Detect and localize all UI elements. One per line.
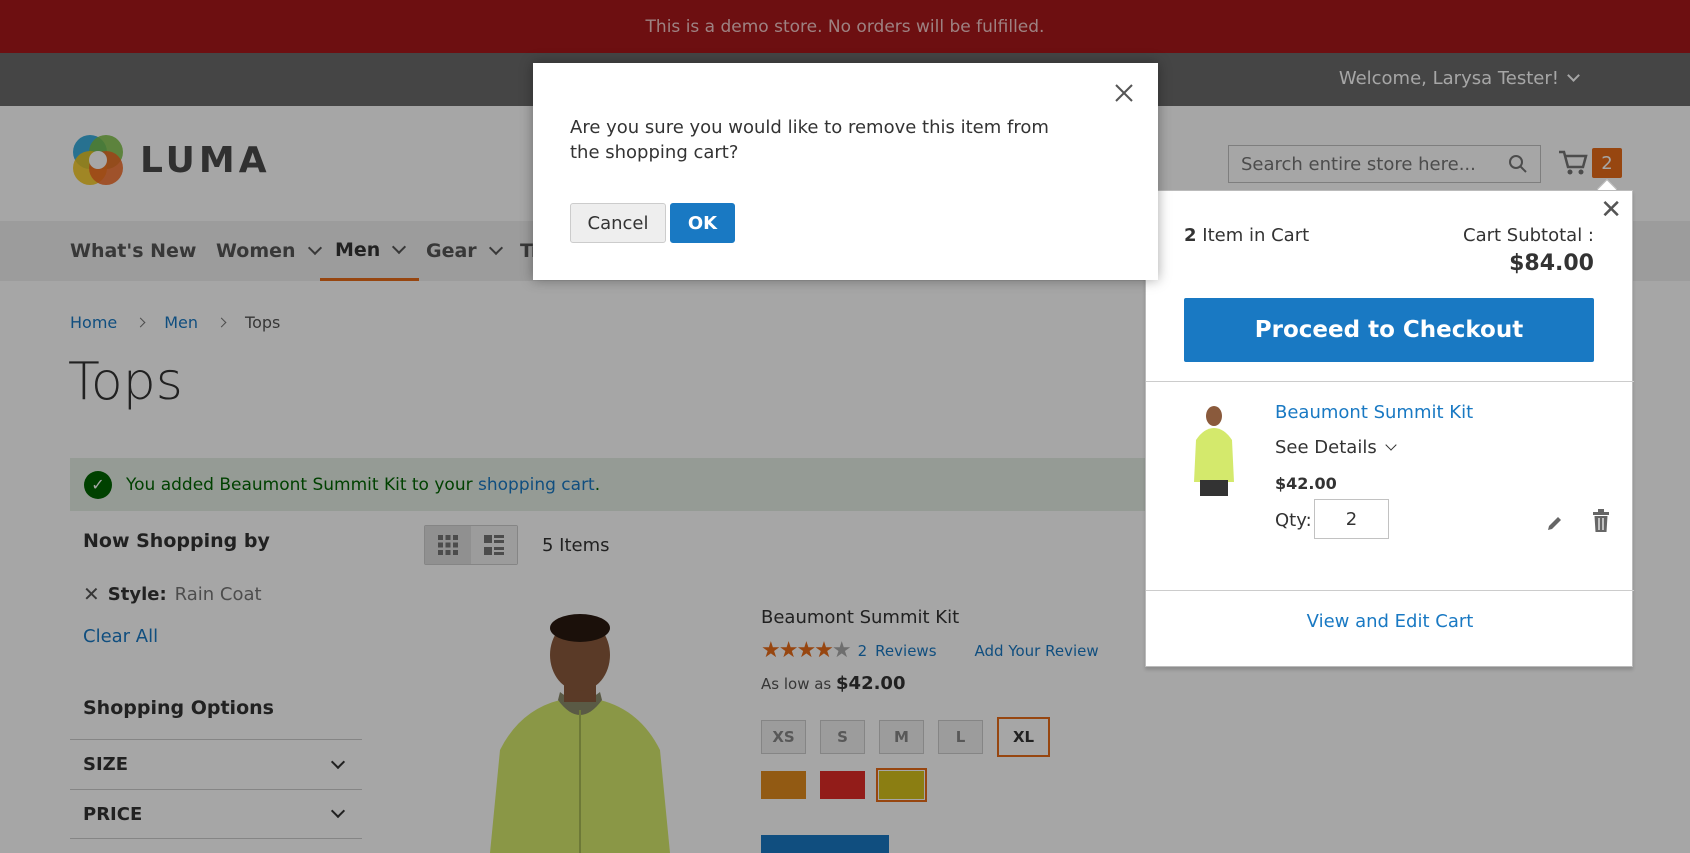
trash-icon[interactable] — [1592, 509, 1610, 533]
subtotal-value: $84.00 — [1509, 251, 1594, 276]
close-icon[interactable]: ✕ — [1600, 195, 1622, 225]
minicart-item: Beaumont Summit Kit See Details $42.00 Q… — [1146, 381, 1634, 591]
view-edit-cart-link[interactable]: View and Edit Cart — [1146, 611, 1634, 632]
confirm-remove-modal: Are you sure you would like to remove th… — [533, 63, 1158, 280]
minicart-count: 2 Item in Cart — [1184, 225, 1309, 246]
modal-message: Are you sure you would like to remove th… — [570, 117, 1049, 163]
proceed-to-checkout-button[interactable]: Proceed to Checkout — [1184, 298, 1594, 362]
cancel-button[interactable]: Cancel — [570, 203, 666, 243]
item-name-link[interactable]: Beaumont Summit Kit — [1275, 402, 1473, 423]
qty-input[interactable] — [1314, 499, 1389, 539]
chevron-down-icon — [1385, 439, 1397, 451]
ok-button[interactable]: OK — [670, 203, 735, 243]
qty-label: Qty: — [1275, 510, 1312, 531]
close-icon[interactable] — [1112, 81, 1136, 105]
item-thumbnail[interactable] — [1184, 402, 1244, 496]
minicart-count-number: 2 — [1184, 225, 1197, 246]
see-details-toggle[interactable]: See Details — [1275, 437, 1397, 458]
minicart-dropdown: ✕ 2 Item in Cart Cart Subtotal : $84.00 … — [1145, 190, 1634, 667]
edit-pencil-icon[interactable] — [1546, 514, 1564, 532]
item-price: $42.00 — [1275, 474, 1337, 493]
minicart-count-label: Item in Cart — [1202, 225, 1310, 246]
subtotal-label: Cart Subtotal : — [1463, 225, 1594, 246]
see-details-label: See Details — [1275, 437, 1377, 458]
